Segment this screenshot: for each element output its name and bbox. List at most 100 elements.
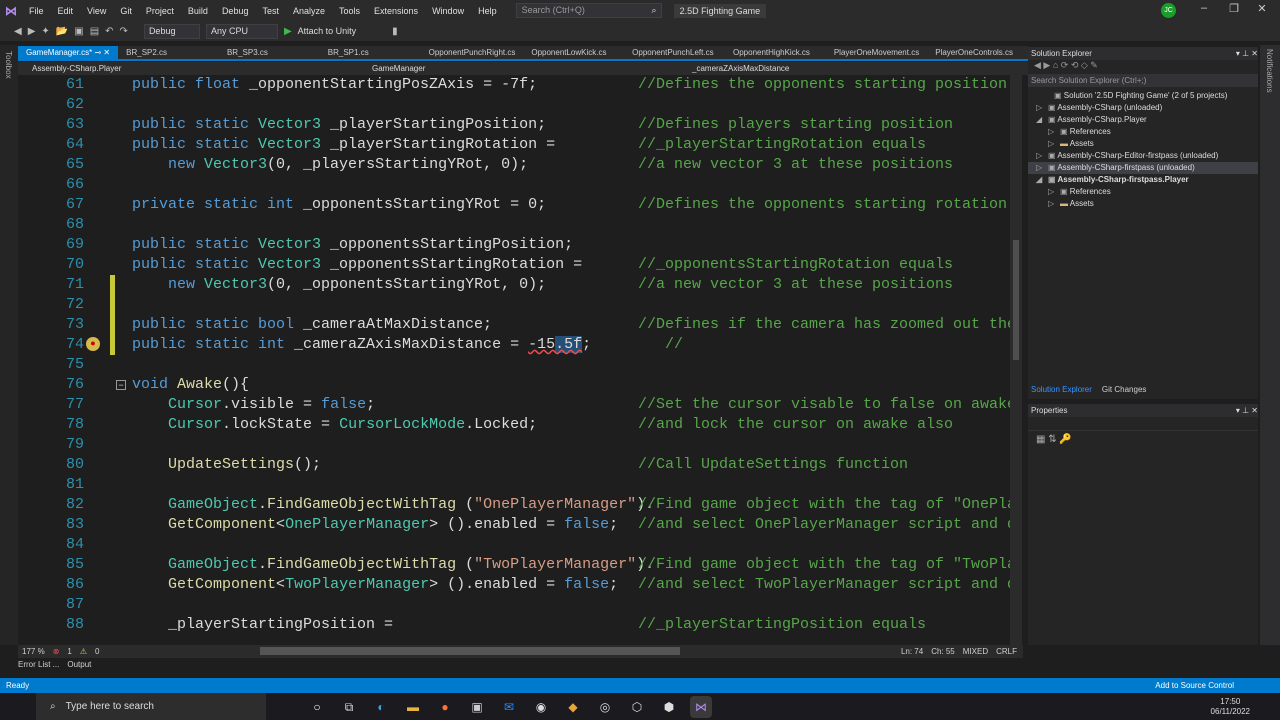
expand-arrow-icon[interactable]: ▷ [1048,138,1060,150]
panel-pin-close-icon[interactable]: ▾ ⊥ ✕ [1236,404,1258,417]
notifications-label[interactable]: Notifications [1265,49,1274,93]
solution-tree-item[interactable]: ▷ ▣ References [1028,186,1258,198]
tab-label[interactable]: OpponentPunchRight.cs [429,48,516,57]
toolbox-label[interactable]: Toolbox [4,51,13,79]
code-text[interactable]: public static Vector3 _opponentsStarting… [132,235,573,255]
menu-analyze[interactable]: Analyze [286,6,332,16]
tab-opponentpunchleft-cs[interactable]: OpponentPunchLeft.cs [624,46,725,59]
menu-build[interactable]: Build [181,6,215,16]
menu-project[interactable]: Project [139,6,181,16]
tab-label[interactable]: BR_SP2.cs [126,48,167,57]
solution-tree-item[interactable]: ▷ ▬ Assets [1028,198,1258,210]
member-dropdown[interactable]: _cameraZAxisMaxDistance [678,62,789,75]
add-to-source-control-button[interactable]: Add to Source Control [1155,678,1234,693]
expand-arrow-icon[interactable]: ▷ [1036,162,1048,174]
tab-br-sp1-cs[interactable]: BR_SP1.cs [320,46,421,59]
cortana-icon[interactable]: ○ [306,696,328,718]
brave-icon[interactable]: ◆ [562,696,584,718]
code-text[interactable]: public static Vector3 _playerStartingRot… [132,135,555,155]
tab-playeronecontrols-cs[interactable]: PlayerOneControls.cs [927,46,1028,59]
file-explorer-icon[interactable]: ▬ [402,696,424,718]
expand-arrow-icon[interactable]: ▷ [1048,126,1060,138]
open-folder-icon[interactable]: 📂 [56,26,68,37]
code-text[interactable]: Cursor.visible = false; [132,395,375,415]
class-dropdown[interactable]: GameManager [358,62,678,75]
code-text[interactable]: new Vector3(0, _playersStartingYRot, 0); [132,155,528,175]
code-text[interactable]: UpdateSettings(); [132,455,321,475]
whitespace-mode[interactable]: MIXED [963,647,988,656]
code-text[interactable]: public float _opponentStartingPosZAxis =… [132,75,537,95]
save-all-icon[interactable]: ▤ [90,26,99,37]
tab-opponenthighkick-cs[interactable]: OpponentHighKick.cs [725,46,826,59]
tab-label[interactable]: PlayerOneMovement.cs [834,48,919,57]
code-text[interactable]: GameObject.FindGameObjectWithTag ("OnePl… [132,495,654,515]
tab-git-changes[interactable]: Git Changes [1102,385,1146,394]
play-icon[interactable]: ▶ [284,26,292,37]
save-icon[interactable]: ▣ [74,26,83,37]
back-icon[interactable]: ◀ [14,26,22,37]
code-text[interactable]: new Vector3(0, _opponentsStartingYRot, 0… [132,275,546,295]
tab-label[interactable]: BR_SP3.cs [227,48,268,57]
close-tab-icon[interactable]: ✕ [103,48,110,57]
tab-opponentlowkick-cs[interactable]: OpponentLowKick.cs [523,46,624,59]
error-list-tab[interactable]: Error List ... [18,660,59,673]
tab-label[interactable]: PlayerOneControls.cs [935,48,1013,57]
unity-icon[interactable]: ⬡ [626,696,648,718]
code-text[interactable]: public static Vector3 _playerStartingPos… [132,115,546,135]
menu-git[interactable]: Git [113,6,139,16]
obs-icon[interactable]: ◎ [594,696,616,718]
properties-object-dropdown[interactable] [1028,417,1258,431]
expand-arrow-icon[interactable]: ▷ [1036,102,1048,114]
bookmark-icon[interactable]: ▮ [392,26,398,37]
visual-studio-taskbar-icon[interactable]: ⋈ [690,695,712,718]
code-text[interactable]: private static int _opponentsStartingYRo… [132,195,546,215]
forward-icon[interactable]: ▶ [28,26,36,37]
line-ending[interactable]: CRLF [996,647,1017,656]
expand-arrow-icon[interactable]: ▷ [1048,186,1060,198]
mail-icon[interactable]: ✉ [498,696,520,718]
code-text[interactable]: Cursor.lockState = CursorLockMode.Locked… [132,415,537,435]
warning-count[interactable]: 0 [95,647,99,656]
new-project-icon[interactable]: ✦ [41,26,49,37]
platform-dropdown[interactable]: Any CPU [205,23,278,39]
expand-arrow-icon[interactable]: ◢ [1036,114,1048,126]
expand-arrow-icon[interactable]: ◢ [1036,174,1048,186]
output-tab[interactable]: Output [67,660,91,673]
properties-toolbar[interactable]: ▦ ⇅ 🔑 [1028,431,1258,448]
solution-tree-item[interactable]: ◢ ▣ Assembly-CSharp-firstpass.Player [1028,174,1258,186]
menu-file[interactable]: File [22,6,51,16]
search-input[interactable]: Search (Ctrl+Q) ⌕ [515,3,662,18]
tab-label[interactable]: BR_SP1.cs [328,48,369,57]
edge-icon[interactable]: ◐ [370,696,392,718]
solution-explorer-toolbar[interactable]: ◀ ▶ ⌂ ⟳ ⟲ ◇ ✎ [1028,60,1258,74]
tab-playeronemovement-cs[interactable]: PlayerOneMovement.cs [826,46,927,59]
menu-debug[interactable]: Debug [215,6,256,16]
vertical-scroll-thumb[interactable] [1013,240,1019,360]
unity-hub-icon[interactable]: ⬢ [658,696,680,718]
code-text[interactable]: public static bool _cameraAtMaxDistance; [132,315,492,335]
tab-br-sp3-cs[interactable]: BR_SP3.cs [219,46,320,59]
menu-extensions[interactable]: Extensions [367,6,425,16]
pin-icon[interactable]: ⊸ [92,48,103,57]
menu-window[interactable]: Window [425,6,471,16]
taskbar-search[interactable]: ⌕ Type here to search [36,693,266,720]
code-text[interactable]: public static Vector3 _opponentsStarting… [132,255,582,275]
configuration-dropdown[interactable]: Debug [143,23,200,39]
menu-view[interactable]: View [80,6,113,16]
project-dropdown[interactable]: Assembly-CSharp.Player [18,62,358,75]
notifications-strip[interactable]: Notifications [1260,45,1280,645]
solution-tree-item[interactable]: ▷ ▣ Assembly-CSharp-firstpass (unloaded) [1028,162,1258,174]
toolbox-strip[interactable]: Toolbox [0,45,18,645]
code-text[interactable]: GetComponent<TwoPlayerManager> ().enable… [132,575,618,595]
tab-label[interactable]: GameManager.cs* [26,48,92,57]
code-text[interactable]: GameObject.FindGameObjectWithTag ("TwoPl… [132,555,654,575]
solution-search-input[interactable]: Search Solution Explorer (Ctrl+;) [1028,74,1258,87]
menu-help[interactable]: Help [471,6,504,16]
undo-icon[interactable]: ↶ [105,26,113,37]
solution-tree-item[interactable]: ◢ ▣ Assembly-CSharp.Player [1028,114,1258,126]
redo-icon[interactable]: ↷ [120,26,128,37]
tab-label[interactable]: OpponentHighKick.cs [733,48,810,57]
menu-tools[interactable]: Tools [332,6,367,16]
code-text[interactable]: GetComponent<OnePlayerManager> ().enable… [132,515,618,535]
store-icon[interactable]: ▣ [466,696,488,718]
